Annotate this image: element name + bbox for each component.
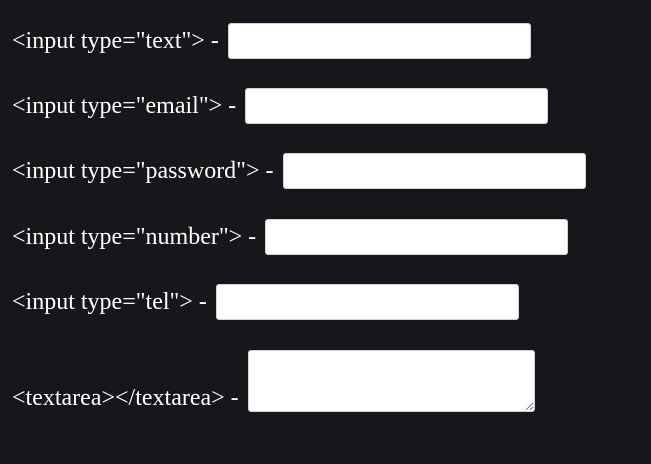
number-input-label: <input type="number"> - (12, 224, 257, 250)
tel-input-row: <input type="tel"> - (12, 284, 519, 320)
number-input-row: <input type="number"> - (12, 219, 569, 255)
text-input[interactable] (227, 23, 531, 59)
number-input[interactable] (265, 219, 569, 255)
text-input-label: <input type="text"> - (12, 28, 219, 54)
email-input-row: <input type="email"> - (12, 88, 549, 124)
textarea-field[interactable] (247, 350, 535, 412)
textarea-label: <textarea></textarea> - (12, 385, 239, 411)
textarea-row: <textarea></textarea> - (12, 350, 535, 412)
tel-input-label: <input type="tel"> - (12, 289, 207, 315)
email-input[interactable] (245, 88, 549, 124)
password-input-label: <input type="password"> - (12, 158, 274, 184)
tel-input[interactable] (215, 284, 519, 320)
password-input-row: <input type="password"> - (12, 153, 586, 189)
text-input-row: <input type="text"> - (12, 23, 531, 59)
email-input-label: <input type="email"> - (12, 93, 237, 119)
password-input[interactable] (282, 153, 586, 189)
